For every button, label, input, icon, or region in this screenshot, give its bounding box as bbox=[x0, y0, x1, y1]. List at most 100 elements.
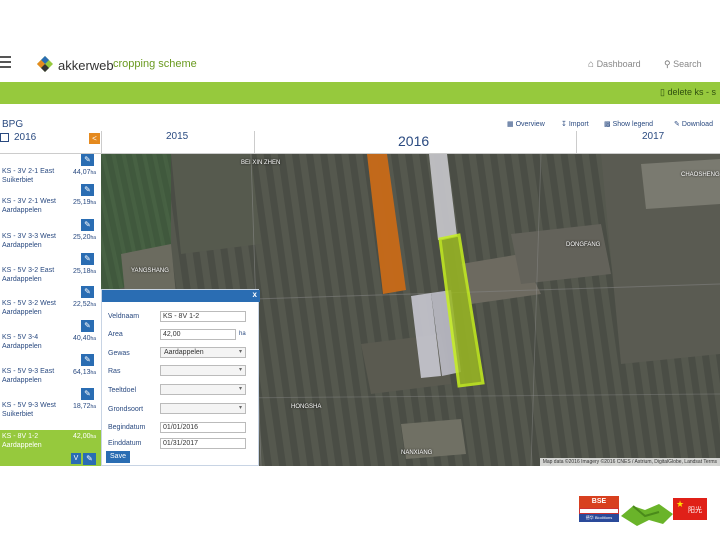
close-icon[interactable]: x bbox=[253, 290, 257, 299]
edit-pencil-icon[interactable]: ✎ bbox=[81, 354, 94, 366]
parcel-name: KS - 5V 9-3 West bbox=[2, 402, 56, 409]
nav-dashboard[interactable]: ⌂ Dashboard bbox=[588, 59, 641, 70]
current-year-selector[interactable]: 2016 bbox=[14, 132, 36, 143]
edit-pencil-icon[interactable]: ✎ bbox=[81, 320, 94, 332]
parcel-crop: Aardappelen bbox=[2, 343, 42, 350]
handshake-icon bbox=[621, 504, 673, 526]
version-badge[interactable]: V bbox=[71, 453, 81, 464]
veldnaam-label: Veldnaam bbox=[108, 313, 140, 320]
download-icon: ✎ bbox=[674, 121, 680, 128]
chart-icon: ▩ bbox=[604, 121, 611, 128]
teeltdoel-label: Teeltdoel bbox=[108, 387, 137, 394]
nav-dashboard-label: Dashboard bbox=[596, 59, 641, 69]
edit-pencil-icon[interactable]: ✎ bbox=[81, 154, 94, 166]
calendar-icon[interactable] bbox=[0, 133, 9, 142]
china-flag-icon: ★ 阳光 bbox=[673, 498, 707, 520]
bpg-title: BPG bbox=[2, 119, 24, 130]
parcel-crop: Suikerbiet bbox=[2, 411, 34, 418]
map-attribution: Map data ©2016 Imagery ©2016 CNES / Astr… bbox=[539, 458, 720, 466]
parcel-row[interactable]: ✎ KS - 5V 3-2 West Aardappelen 22,52ha bbox=[0, 286, 101, 319]
gewas-select[interactable]: Aardappelen bbox=[160, 347, 246, 358]
parcel-row[interactable]: ✎ KS - 5V 9-3 West Suikerbiet 18,72ha bbox=[0, 388, 101, 421]
parcel-name: KS - 5V 9-3 East bbox=[2, 368, 55, 375]
partner-logo: BSE 德华 Bioditions ★ 阳光 bbox=[577, 494, 709, 536]
year-2015-header[interactable]: 2015 bbox=[166, 131, 188, 142]
parcel-row[interactable]: ✎ KS - 3V 2-1 East Suikerbiet 44,07ha bbox=[0, 154, 101, 187]
parcel-row[interactable]: ✎ KS - 5V 3-4 Aardappelen 40,40ha bbox=[0, 320, 101, 353]
search-icon: ⚲ bbox=[664, 59, 671, 69]
parcel-name: KS - 3V 2-1 East bbox=[2, 168, 55, 175]
edit-pencil-icon[interactable]: ✎ bbox=[81, 184, 94, 196]
area-label: Area bbox=[108, 331, 123, 338]
einddatum-input[interactable]: 01/31/2017 bbox=[160, 438, 246, 449]
ras-select[interactable] bbox=[160, 365, 246, 376]
parcel-crop: Aardappelen bbox=[2, 242, 42, 249]
grondsoort-select[interactable] bbox=[160, 403, 246, 414]
edit-pencil-icon[interactable]: ✎ bbox=[81, 286, 94, 298]
parcel-name: KS - 5V 3-2 West bbox=[2, 300, 56, 307]
map-place-label: BEI XIN ZHEN bbox=[241, 160, 281, 166]
veldnaam-input[interactable]: KS - 8V 1-2 bbox=[160, 311, 246, 322]
year-2017-header[interactable]: 2017 bbox=[642, 131, 664, 142]
show-legend-button[interactable]: ▩ Show legend bbox=[604, 120, 653, 128]
map-place-label: CHAOSHENG bbox=[681, 172, 720, 178]
parcel-name: KS - 5V 3-4 bbox=[2, 334, 39, 341]
parcel-area: 25,20ha bbox=[73, 234, 97, 241]
edit-pencil-icon[interactable]: ✎ bbox=[83, 453, 96, 465]
app-subtitle: cropping scheme bbox=[113, 58, 197, 70]
home-icon: ⌂ bbox=[588, 59, 595, 70]
parcel-crop: Aardappelen bbox=[2, 377, 42, 384]
edit-pencil-icon[interactable]: ✎ bbox=[81, 219, 94, 231]
parcel-list: ✎ KS - 3V 2-1 East Suikerbiet 44,07ha ✎ … bbox=[0, 154, 101, 466]
trash-icon: ▯ bbox=[660, 87, 665, 97]
einddatum-label: Einddatum bbox=[108, 440, 142, 447]
grondsoort-label: Grondsoort bbox=[108, 406, 144, 413]
parcel-row-selected[interactable]: KS - 8V 1-2 Aardappelen 42,00ha V ✎ bbox=[0, 430, 101, 466]
parcel-crop: Aardappelen bbox=[2, 309, 42, 316]
partner-subtext: 德华 Bioditions bbox=[579, 514, 619, 522]
share-icon[interactable]: < bbox=[89, 133, 100, 144]
parcel-area: 42,00ha bbox=[73, 433, 97, 440]
edit-pencil-icon[interactable]: ✎ bbox=[81, 388, 94, 400]
download-button[interactable]: ✎ Download bbox=[674, 120, 713, 128]
parcel-crop: Aardappelen bbox=[2, 442, 42, 449]
parcel-row[interactable]: ✎ KS - 5V 9-3 East Aardappelen 64,13ha bbox=[0, 354, 101, 387]
parcel-edit-dialog: x Veldnaam KS - 8V 1-2 Area 42,00 ha Gew… bbox=[101, 289, 260, 466]
map-place-label: YANGSHANG bbox=[131, 268, 169, 274]
parcel-area: 25,19ha bbox=[73, 199, 97, 206]
overview-button[interactable]: ▦ Overview bbox=[507, 120, 545, 128]
action-bar: ▯ delete ks - s bbox=[0, 82, 720, 104]
parcel-name: KS - 5V 3-2 East bbox=[2, 267, 55, 274]
import-button[interactable]: ↧ Import bbox=[561, 120, 589, 128]
delete-scheme-button[interactable]: ▯ delete ks - s bbox=[660, 87, 716, 98]
nav-search[interactable]: ⚲ Search bbox=[664, 59, 702, 70]
parcel-row[interactable]: ✎ KS - 3V 3-3 West Aardappelen 25,20ha bbox=[0, 219, 101, 252]
parcel-name: KS - 3V 3-3 West bbox=[2, 233, 56, 240]
parcel-row[interactable]: ✎ KS - 5V 3-2 East Aardappelen 25,18ha bbox=[0, 253, 101, 286]
area-unit: ha bbox=[239, 331, 246, 337]
hamburger-menu-icon[interactable] bbox=[0, 56, 11, 68]
save-button[interactable]: Save bbox=[106, 451, 130, 463]
import-label: Import bbox=[568, 121, 589, 128]
parcel-area: 25,18ha bbox=[73, 268, 97, 275]
year-header-row: 2016 < 2015 2016 2017 bbox=[0, 131, 720, 154]
parcel-crop: Aardappelen bbox=[2, 207, 42, 214]
delete-scheme-label: delete ks - s bbox=[667, 87, 716, 97]
overview-label: Overview bbox=[515, 121, 545, 128]
edit-pencil-icon[interactable]: ✎ bbox=[81, 253, 94, 265]
area-input[interactable]: 42,00 bbox=[160, 329, 236, 340]
parcel-area: 18,72ha bbox=[73, 403, 97, 410]
teeltdoel-select[interactable] bbox=[160, 384, 246, 395]
map-place-label: DONGFANG bbox=[566, 242, 601, 248]
year-2016-header[interactable]: 2016 bbox=[398, 133, 429, 149]
show-legend-label: Show legend bbox=[612, 121, 654, 128]
begindatum-input[interactable]: 01/01/2016 bbox=[160, 422, 246, 433]
map-place-label: HONGSHA bbox=[291, 404, 322, 410]
bse-logo-text: BSE bbox=[579, 496, 619, 508]
parcel-name: KS - 3V 2-1 West bbox=[2, 198, 56, 205]
parcel-row[interactable]: ✎ KS - 3V 2-1 West Aardappelen 25,19ha bbox=[0, 184, 101, 217]
parcel-area: 64,13ha bbox=[73, 369, 97, 376]
import-icon: ↧ bbox=[561, 121, 567, 128]
parcel-crop: Suikerbiet bbox=[2, 177, 34, 184]
map-place-label: NANXIANG bbox=[401, 450, 433, 456]
